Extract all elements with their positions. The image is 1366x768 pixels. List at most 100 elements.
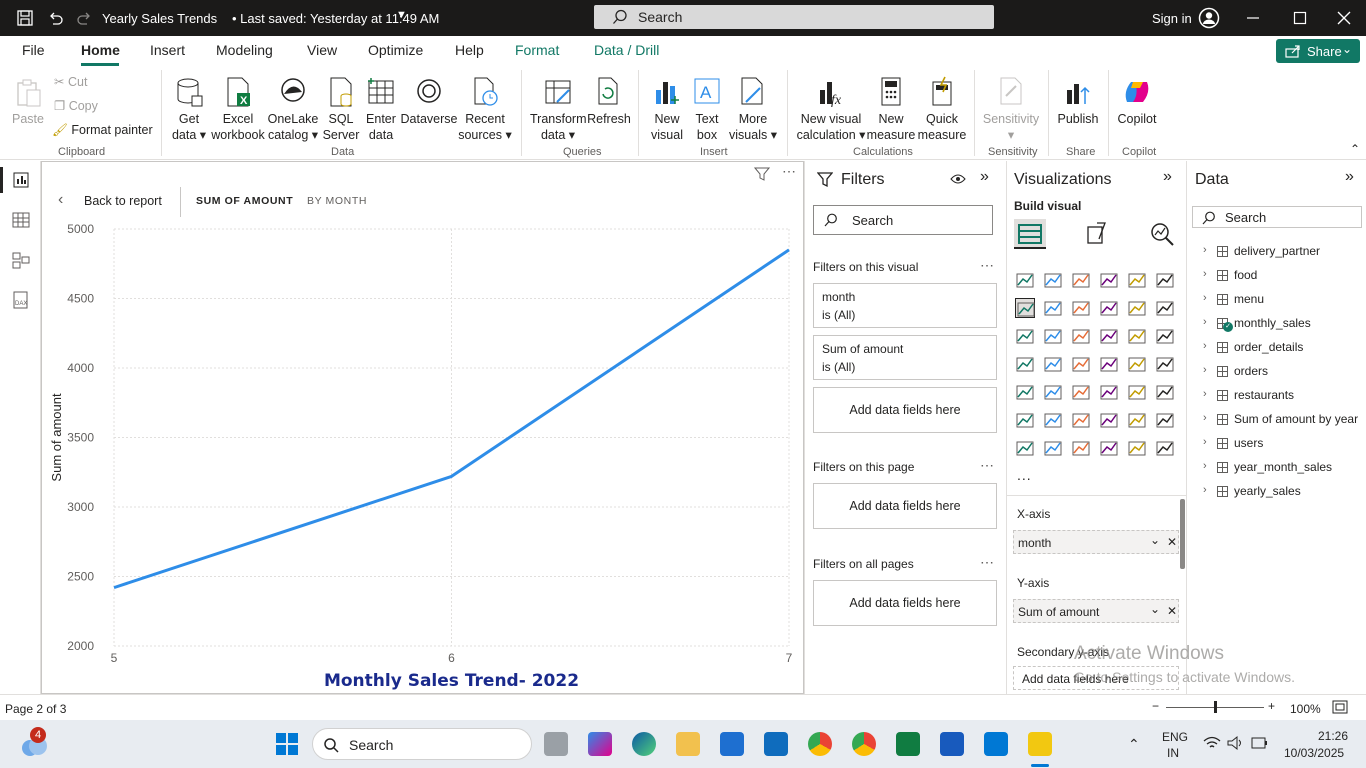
report-view-icon[interactable] [12, 171, 30, 189]
table-icon[interactable] [1099, 382, 1119, 402]
microsoft-store-icon[interactable] [720, 732, 744, 756]
matrix-icon[interactable] [1127, 382, 1147, 402]
expand-chevron-icon[interactable]: › [1203, 460, 1207, 472]
filter-card-month[interactable]: month is (All) [813, 283, 997, 328]
paginated-report-icon[interactable] [1015, 438, 1035, 458]
menu-view[interactable]: View [307, 42, 337, 58]
publish-button[interactable]: Publish [1054, 76, 1102, 127]
share-chevron-icon[interactable]: ⌄ [1342, 42, 1352, 56]
excel-app-icon[interactable] [896, 732, 920, 756]
save-icon[interactable] [16, 9, 34, 27]
new-card-icon[interactable] [1099, 438, 1119, 458]
sql-server-button[interactable]: SQL Server [320, 76, 362, 143]
outlook-icon[interactable] [764, 732, 788, 756]
menu-data-drill[interactable]: Data / Drill [594, 42, 659, 58]
dax-query-view-icon[interactable]: DAX [12, 291, 30, 309]
zoom-out-icon[interactable]: − [1152, 699, 1159, 713]
more-visuals-button[interactable]: More visuals ▾ [726, 76, 780, 143]
power-bi-icon[interactable] [1028, 732, 1052, 756]
document-title[interactable]: Yearly Sales Trends [102, 11, 217, 26]
add-visual-filter-dropzone[interactable]: Add data fields here [813, 387, 997, 433]
goals-visual-icon[interactable] [1155, 410, 1175, 430]
gauge-icon[interactable] [1127, 354, 1147, 374]
model-view-icon[interactable] [12, 251, 30, 269]
task-view-icon[interactable] [544, 732, 568, 756]
expand-chevron-icon[interactable]: › [1203, 316, 1207, 328]
cut-button[interactable]: ✂ Cut [54, 74, 87, 90]
expand-chevron-icon[interactable]: › [1203, 412, 1207, 424]
custom-visual-icon[interactable] [1127, 438, 1147, 458]
donut-chart-icon[interactable] [1155, 326, 1175, 346]
area-chart-icon[interactable] [1043, 298, 1063, 318]
new-measure-button[interactable]: New measure [866, 76, 916, 143]
redo-icon[interactable] [76, 9, 94, 27]
add-all-pages-filter-dropzone[interactable]: Add data fields here [813, 580, 997, 626]
maximize-icon[interactable] [1293, 11, 1307, 25]
add-page-filter-dropzone[interactable]: Add data fields here [813, 483, 997, 529]
windows-start-icon[interactable] [275, 732, 299, 756]
pie-chart-icon[interactable] [1127, 326, 1147, 346]
scatter-chart-icon[interactable] [1099, 326, 1119, 346]
zoom-in-icon[interactable]: + [1268, 699, 1275, 713]
stacked-bar-chart-icon[interactable] [1015, 270, 1035, 290]
menu-optimize[interactable]: Optimize [368, 42, 423, 58]
menu-help[interactable]: Help [455, 42, 484, 58]
transform-data-button[interactable]: Transform data ▾ [530, 76, 587, 143]
language-line2[interactable]: IN [1167, 746, 1179, 760]
clustered-bar-chart-icon[interactable] [1071, 270, 1091, 290]
data-table-item[interactable]: › delivery_partner [1203, 244, 1363, 260]
user-avatar-icon[interactable] [1198, 7, 1220, 29]
fit-to-page-icon[interactable] [1332, 700, 1348, 714]
expand-chevron-icon[interactable]: › [1203, 436, 1207, 448]
expand-chevron-icon[interactable]: › [1203, 484, 1207, 496]
collapse-viz-icon[interactable]: » [1163, 168, 1172, 186]
get-data-button[interactable]: Get data ▾ [168, 76, 210, 143]
enter-data-button[interactable]: Enter data [362, 76, 400, 143]
data-table-item[interactable]: › yearly_sales [1203, 484, 1363, 500]
data-table-item[interactable]: › orders [1203, 364, 1363, 380]
key-influencers-icon[interactable] [1043, 410, 1063, 430]
ribbon-chart-icon[interactable] [1015, 326, 1035, 346]
menu-format[interactable]: Format [515, 42, 559, 58]
file-explorer-icon[interactable] [676, 732, 700, 756]
line-clustered-column-chart-icon[interactable] [1155, 298, 1175, 318]
word-icon[interactable] [940, 732, 964, 756]
map-icon[interactable] [1043, 354, 1063, 374]
chrome-icon[interactable] [808, 732, 832, 756]
data-table-item[interactable]: › restaurants [1203, 388, 1363, 404]
more-visual-icon[interactable] [1155, 438, 1175, 458]
language-line1[interactable]: ENG [1162, 730, 1188, 744]
copilot-button[interactable]: Copilot [1114, 76, 1160, 127]
wifi-icon[interactable] [1203, 736, 1221, 750]
sign-in-link[interactable]: Sign in [1152, 11, 1192, 26]
r-script-visual-icon[interactable] [1155, 382, 1175, 402]
stacked-column-chart-icon[interactable] [1043, 270, 1063, 290]
secondary-y-axis-dropzone[interactable]: Add data fields here [1013, 666, 1179, 690]
recent-sources-button[interactable]: Recent sources ▾ [458, 76, 512, 143]
menu-modeling[interactable]: Modeling [216, 42, 273, 58]
more-options-icon[interactable]: ⋯ [980, 257, 995, 274]
expand-chevron-icon[interactable]: › [1203, 244, 1207, 256]
line-chart-icon[interactable] [1015, 298, 1035, 318]
expand-chevron-icon[interactable]: › [1203, 364, 1207, 376]
remove-field-icon[interactable]: ✕ [1167, 535, 1177, 549]
y-axis-field-well[interactable]: Sum of amount ⌄ ✕ [1013, 599, 1179, 623]
chevron-down-icon[interactable]: ⌄ [1150, 533, 1160, 547]
data-table-item[interactable]: › order_details [1203, 340, 1363, 356]
text-box-button[interactable]: A Text box [688, 76, 726, 143]
waterfall-chart-icon[interactable] [1043, 326, 1063, 346]
100-stacked-bar-chart-icon[interactable] [1127, 270, 1147, 290]
new-visual-button[interactable]: New visual [647, 76, 687, 143]
100-stacked-column-chart-icon[interactable] [1155, 270, 1175, 290]
menu-insert[interactable]: Insert [150, 42, 185, 58]
power-apps-icon[interactable] [1043, 438, 1063, 458]
expand-chevron-icon[interactable]: › [1203, 268, 1207, 280]
chevron-down-icon[interactable]: ▼ [396, 9, 407, 21]
dataverse-button[interactable]: Dataverse [400, 76, 458, 127]
collapse-ribbon-icon[interactable]: ⌃ [1350, 142, 1360, 156]
x-axis-field-well[interactable]: month ⌄ ✕ [1013, 530, 1179, 554]
global-search-box[interactable]: Search [594, 5, 994, 29]
quick-measure-button[interactable]: Quick measure [916, 76, 968, 143]
card-icon[interactable] [1155, 354, 1175, 374]
azure-map-icon[interactable] [1099, 354, 1119, 374]
